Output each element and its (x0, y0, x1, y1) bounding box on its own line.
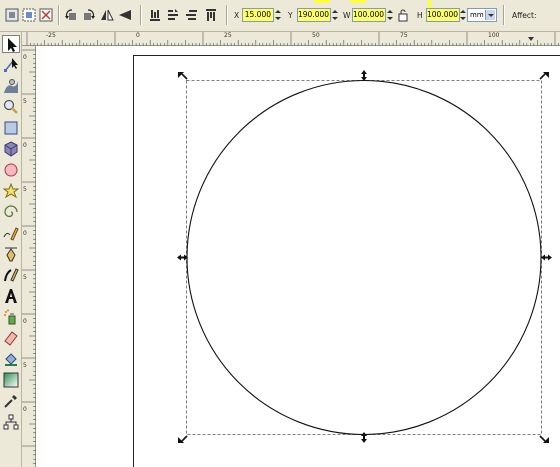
selector-tool-icon[interactable] (2, 35, 20, 53)
ruler-label: 100 (488, 32, 500, 39)
x-spin-buttons[interactable] (275, 8, 281, 22)
toolbox (0, 32, 22, 467)
scale-handle-right[interactable] (541, 254, 552, 261)
raise-icon[interactable] (166, 8, 180, 22)
y-spin-buttons[interactable] (332, 8, 338, 22)
rectangle-tool-icon[interactable] (2, 119, 20, 137)
spiral-tool-icon[interactable] (2, 203, 20, 221)
unit-select[interactable]: mm (467, 8, 497, 22)
flip-horizontal-icon[interactable] (100, 8, 114, 22)
separator (140, 5, 141, 25)
ruler-label: 5 (23, 98, 27, 105)
ruler-label: 0 (23, 406, 27, 413)
tweak-tool-icon[interactable] (2, 77, 20, 95)
y-label: Y (288, 11, 293, 20)
separator (226, 5, 227, 25)
ellipse-tool-icon[interactable] (2, 161, 20, 179)
h-label: H (417, 11, 423, 20)
flip-vertical-icon[interactable] (118, 8, 132, 22)
deselect-icon[interactable] (39, 8, 53, 22)
scale-handle-bottom-right[interactable] (539, 435, 549, 443)
lock-proportions-icon[interactable] (396, 8, 410, 22)
box-3d-tool-icon[interactable] (2, 140, 20, 158)
lower-icon[interactable] (184, 8, 198, 22)
h-spin-buttons[interactable] (460, 8, 466, 22)
node-tool-icon[interactable] (2, 56, 20, 74)
star-tool-icon[interactable] (2, 182, 20, 200)
spray-tool-icon[interactable] (2, 308, 20, 326)
ruler-label: 0 (23, 142, 27, 149)
pen-tool-icon[interactable] (2, 245, 20, 263)
ruler-label: 75 (400, 32, 408, 39)
rotate-cw-icon[interactable] (82, 8, 96, 22)
scale-handle-top[interactable] (361, 70, 367, 81)
separator (58, 5, 59, 25)
chevron-down-icon[interactable] (485, 10, 495, 20)
gradient-tool-icon[interactable] (2, 371, 20, 389)
vertical-ruler[interactable]: 0 5 0 5 0 5 0 5 0 (22, 46, 36, 467)
ruler-label: 50 (312, 32, 320, 39)
rotate-ccw-icon[interactable] (64, 8, 78, 22)
ruler-label: 5 (23, 362, 27, 369)
connector-tool-icon[interactable] (2, 413, 20, 431)
highlight-mark (350, 0, 366, 3)
circle-object[interactable] (186, 79, 542, 436)
select-all-layers-icon[interactable] (22, 8, 36, 22)
ruler-label: 5 (23, 274, 27, 281)
highlight-mark (314, 0, 330, 3)
zoom-tool-icon[interactable] (2, 98, 20, 116)
ruler-label: -25 (46, 32, 56, 39)
paint-bucket-tool-icon[interactable] (2, 350, 20, 368)
ruler-label: 0 (23, 318, 27, 325)
ruler-label: 25 (224, 32, 232, 39)
select-all-icon[interactable] (5, 8, 19, 22)
pencil-tool-icon[interactable] (2, 224, 20, 242)
ruler-label: 5 (23, 186, 27, 193)
x-label: X (234, 11, 240, 20)
w-field[interactable]: 100.000 (352, 8, 386, 22)
scale-handle-top-left[interactable] (178, 72, 188, 80)
y-field[interactable]: 190.000 (297, 8, 331, 22)
raise-to-top-icon[interactable] (148, 8, 162, 22)
lower-to-bottom-icon[interactable] (204, 8, 218, 22)
dropper-tool-icon[interactable] (2, 392, 20, 410)
selector-controls-toolbar: X 15.000 Y 190.000 W 100.000 H 100.000 m… (0, 0, 560, 32)
drawing-canvas[interactable] (36, 46, 560, 467)
w-label: W (343, 11, 351, 20)
ruler-marker-icon (528, 37, 534, 41)
calligraphy-tool-icon[interactable] (2, 266, 20, 284)
scale-handle-top-right[interactable] (539, 72, 549, 80)
scale-handle-left[interactable] (177, 254, 188, 261)
w-spin-buttons[interactable] (387, 8, 393, 22)
ruler-label: 0 (23, 230, 27, 237)
eraser-tool-icon[interactable] (2, 329, 20, 347)
canvas-drawing (133, 55, 560, 467)
x-field[interactable]: 15.000 (242, 8, 274, 22)
ruler-label: 0 (23, 54, 27, 61)
separator (503, 5, 504, 25)
ruler-label: 0 (136, 32, 140, 39)
h-field[interactable]: 100.000 (426, 8, 460, 22)
affect-label: Affect: (512, 11, 537, 20)
horizontal-ruler[interactable]: -25 0 25 50 75 100 (22, 32, 560, 46)
text-tool-icon[interactable] (2, 287, 20, 305)
scale-handle-bottom-left[interactable] (178, 435, 188, 443)
unit-value: mm (470, 11, 484, 19)
